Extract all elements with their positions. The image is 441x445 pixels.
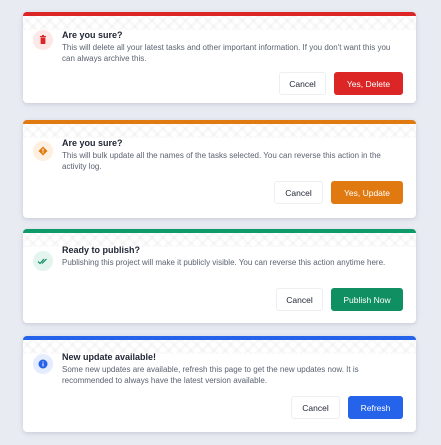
dialog-message: Publishing this project will make it pub… [62, 258, 386, 267]
dialog-title: Are you sure? [62, 138, 123, 148]
warning-diamond-icon [33, 141, 53, 161]
double-check-icon [33, 251, 53, 271]
publish-confirm-dialog: Ready to publish? Publishing this projec… [23, 229, 416, 323]
dialog-actions: Cancel Publish Now [276, 288, 403, 311]
cancel-button[interactable]: Cancel [279, 72, 326, 95]
refresh-button[interactable]: Refresh [348, 396, 403, 419]
update-available-dialog: New update available! Some new updates a… [23, 336, 416, 432]
dialog-actions: Cancel Yes, Delete [279, 72, 403, 95]
dialog-message: This will delete all your latest tasks a… [62, 43, 391, 63]
update-confirm-dialog: Are you sure? This will bulk update all … [23, 120, 416, 218]
delete-confirm-dialog: Are you sure? This will delete all your … [23, 12, 416, 103]
trash-icon [33, 30, 53, 50]
cancel-button[interactable]: Cancel [274, 181, 323, 204]
dialog-message: Some new updates are available, refresh … [62, 365, 359, 385]
dialog-title: New update available! [62, 352, 157, 362]
cancel-button[interactable]: Cancel [291, 396, 340, 419]
publish-now-button[interactable]: Publish Now [331, 288, 403, 311]
dialog-message: This will bulk update all the names of t… [62, 151, 381, 171]
dialog-title: Are you sure? [62, 30, 123, 40]
dialog-actions: Cancel Yes, Update [274, 181, 403, 204]
confirm-update-button[interactable]: Yes, Update [331, 181, 403, 204]
dialog-actions: Cancel Refresh [291, 396, 403, 419]
dialog-title: Ready to publish? [62, 245, 141, 255]
cancel-button[interactable]: Cancel [276, 288, 323, 311]
info-icon [33, 354, 53, 374]
confirm-delete-button[interactable]: Yes, Delete [334, 72, 403, 95]
